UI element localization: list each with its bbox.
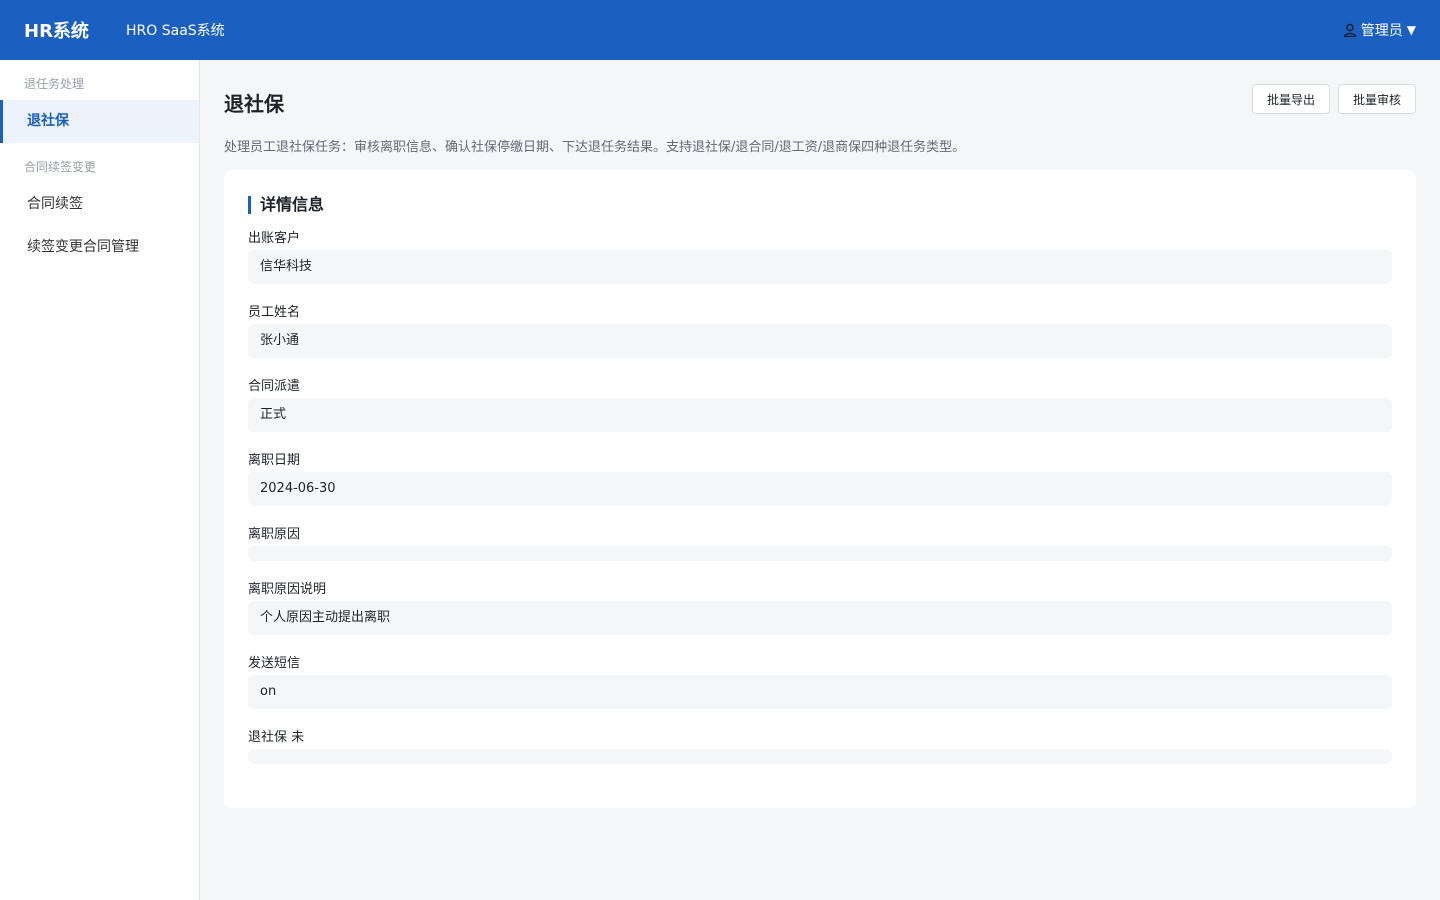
field-value: 个人原因主动提出离职 [248,601,1392,635]
field-label: 离职日期 [248,453,301,468]
field-value: on [248,675,1392,709]
field-value: 2024-06-30 [248,472,1392,506]
sidebar-group-title: 退任务处理 [24,77,85,91]
field-label: 合同派遣 [248,379,301,394]
batch-review-button[interactable]: 批量审核 [1337,84,1416,114]
field-value: 正式 [248,398,1392,432]
toolbar: 批量导出 批量审核 [1251,84,1416,114]
page-description: 处理员工退社保任务：审核离职信息、确认社保停缴日期、下达退任务结果。支持退社保/… [224,140,966,155]
field-label: 离职原因 [248,527,301,542]
field-value: 张小通 [248,324,1392,358]
sidebar-group-title: 合同续签变更 [24,160,97,174]
field-label: 发送短信 [248,656,301,671]
system-subtitle: HRO SaaS系统 [126,23,225,39]
user-menu[interactable]: 管理员 ▼ [1343,0,1416,60]
field-label: 离职原因说明 [248,582,327,597]
user-name: 管理员 [1360,23,1403,39]
user-icon [1343,23,1356,37]
field-label: 员工姓名 [248,305,301,320]
top-bar: HR系统 HRO SaaS系统 管理员 ▼ [0,0,1440,60]
detail-title: 详情信息 [248,196,1392,214]
field-value [248,546,1392,561]
field-value [248,749,1392,764]
field-value: 信华科技 [248,250,1392,284]
field-label: 出账客户 [248,231,301,246]
sidebar-item-tui-shebao[interactable]: 退社保 [0,100,199,143]
sidebar-item-contract-renewal[interactable]: 合同续签 [0,183,199,226]
sidebar: 退任务处理 退社保 合同续签变更 合同续签 续签变更合同管理 [0,60,200,900]
sidebar-item-renewal-contract-management[interactable]: 续签变更合同管理 [0,226,199,269]
detail-card: 详情信息 出账客户 信华科技 员工姓名 张小通 合同派遣 正式 离职日期 202… [224,170,1416,808]
brand-logo[interactable]: HR系统 [24,17,126,43]
page-title: 退社保 [224,92,284,116]
chevron-down-icon: ▼ [1406,23,1416,37]
batch-export-button[interactable]: 批量导出 [1251,84,1330,114]
field-label: 退社保 未 [248,730,305,745]
